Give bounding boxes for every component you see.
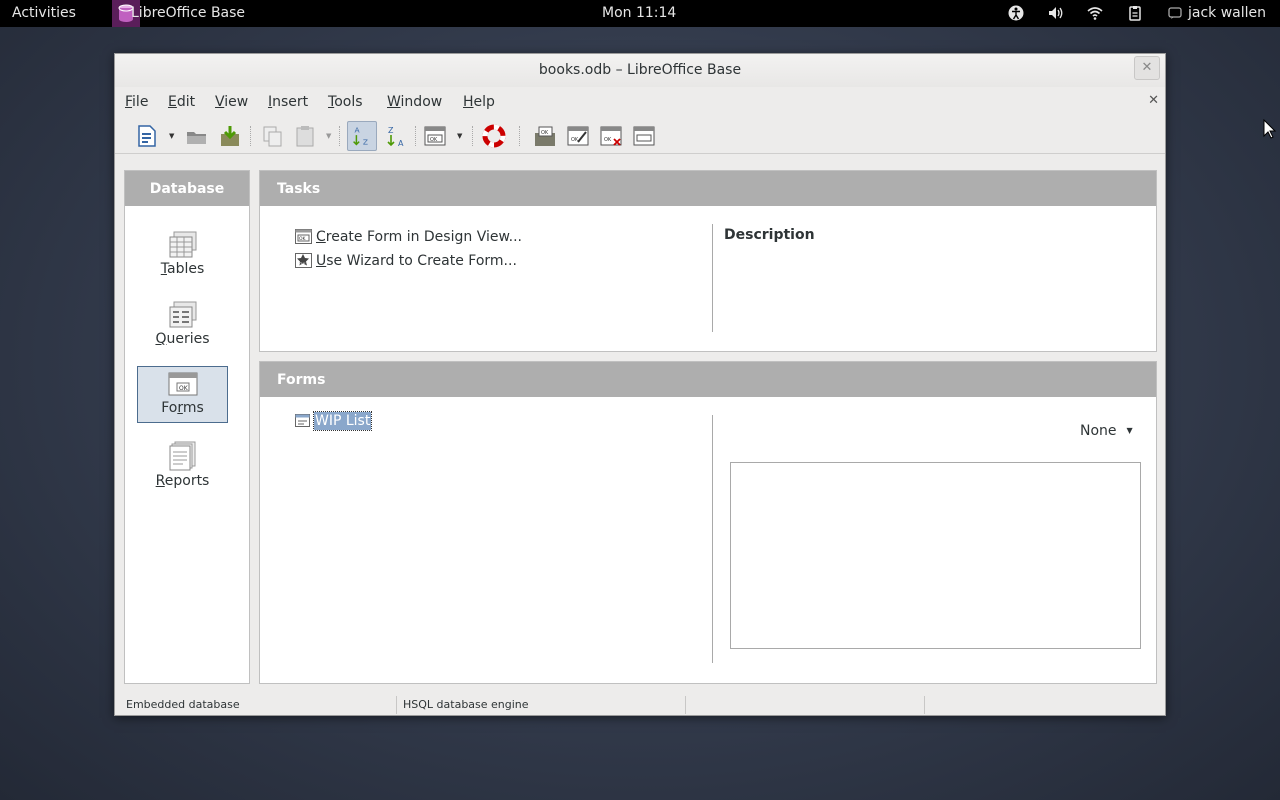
libreoffice-base-window: books.odb – LibreOffice Base ✕ File Edit… [114,53,1166,716]
menu-tools[interactable]: Tools [328,94,363,110]
help-icon[interactable] [482,124,506,148]
menu-help[interactable]: Help [463,94,495,110]
design-view-icon: OK [295,229,312,244]
mouse-cursor-icon [1263,119,1277,139]
preview-mode-value: None [1080,423,1117,439]
clipboard-icon[interactable] [1126,5,1144,21]
copy-icon[interactable] [261,124,285,148]
svg-text:OK: OK [604,137,612,143]
description-title: Description [724,227,815,243]
svg-text:OK: OK [179,385,189,392]
app-menu-label[interactable]: LibreOffice Base [131,5,245,21]
svg-text:A: A [398,139,404,148]
tasks-panel-title: Tasks [260,171,1156,206]
window-title: books.odb – LibreOffice Base [538,62,742,78]
close-document-icon[interactable]: ✕ [1148,93,1159,108]
menu-edit[interactable]: Edit [168,94,195,110]
menu-window[interactable]: Window [387,94,442,110]
forms-divider [712,415,713,663]
clock[interactable]: Mon 11:14 [602,5,676,21]
menu-file[interactable]: File [125,94,148,110]
database-item-tables[interactable]: Tables [137,226,228,283]
svg-text:OK: OK [299,262,307,268]
form-icon: OK [168,372,197,396]
form-name[interactable]: WIP List [312,411,373,431]
sort-ascending-icon[interactable]: AZ [347,121,377,151]
user-menu[interactable]: jack wallen [1188,5,1266,21]
svg-text:Z: Z [363,137,368,146]
accessibility-icon[interactable] [1007,5,1025,21]
svg-text:OK: OK [571,137,579,143]
window-close-button[interactable]: ✕ [1134,56,1160,80]
paste-dropdown-arrow[interactable]: ▼ [326,132,331,140]
save-icon[interactable] [218,124,242,148]
rename-icon[interactable] [632,124,656,148]
query-icon [169,301,196,328]
database-item-label: Tables [160,261,205,277]
forms-panel-title: Forms [260,362,1156,397]
paste-icon[interactable] [293,124,317,148]
tasks-panel: Tasks OK Create Form in Design View... OK… [259,170,1157,352]
menubar: File Edit View Insert Tools Window Help … [115,87,1165,117]
menu-view[interactable]: View [215,94,248,110]
new-dropdown-arrow[interactable]: ▼ [169,132,174,140]
user-status-icon [1168,7,1182,19]
open-icon[interactable] [185,124,209,148]
svg-text:OK: OK [299,236,307,242]
table-icon [169,231,196,258]
menu-insert[interactable]: Insert [268,94,308,110]
database-item-forms[interactable]: OK Forms [137,366,228,423]
svg-text:A: A [355,125,361,134]
tasks-divider [712,224,713,332]
database-panel: Database Tables Queries OK Forms Reports [124,170,250,684]
volume-icon[interactable] [1046,5,1064,21]
database-item-label: Queries [155,331,210,347]
top-bar: Activities LibreOffice Base Mon 11:14 ja… [0,0,1280,27]
svg-text:Z: Z [388,126,394,135]
status-database-engine: HSQL database engine [403,698,529,711]
database-item-queries[interactable]: Queries [137,296,228,353]
preview-area [730,462,1141,649]
sort-descending-icon[interactable]: ZA [384,124,408,148]
status-database-type: Embedded database [126,698,240,711]
database-item-label: Forms [161,400,204,416]
edit-icon[interactable]: OK [566,124,590,148]
form-document-icon [295,414,310,427]
report-icon [169,441,195,471]
database-item-reports[interactable]: Reports [137,436,228,493]
database-item-label: Reports [155,473,210,489]
wizard-icon: OK [295,253,312,268]
svg-text:OK: OK [541,130,549,136]
wifi-icon[interactable] [1086,5,1104,21]
status-bar: Embedded database HSQL database engine [115,693,1165,715]
form-list-item[interactable]: WIP List [295,411,373,431]
task-create-form-design-view[interactable]: OK Create Form in Design View... [295,229,522,245]
task-use-wizard-create-form[interactable]: OK Use Wizard to Create Form... [295,253,517,269]
form-dropdown-arrow[interactable]: ▼ [457,132,462,140]
forms-panel: Forms WIP List None ▼ [259,361,1157,684]
preview-mode-dropdown[interactable]: None ▼ [1080,423,1133,439]
new-document-icon[interactable] [135,124,159,148]
svg-text:OK: OK [430,137,438,143]
database-panel-title: Database [125,171,249,206]
window-titlebar[interactable]: books.odb – LibreOffice Base ✕ [115,54,1165,87]
open-db-object-icon[interactable]: OK [533,124,557,148]
chevron-down-icon: ▼ [1126,426,1133,435]
activities-button[interactable]: Activities [12,5,76,21]
delete-icon[interactable]: OK [599,124,623,148]
form-icon[interactable]: OK [423,124,447,148]
standard-toolbar: ▼ ▼ AZ ZA OK ▼ OK OK OK [115,117,1165,154]
